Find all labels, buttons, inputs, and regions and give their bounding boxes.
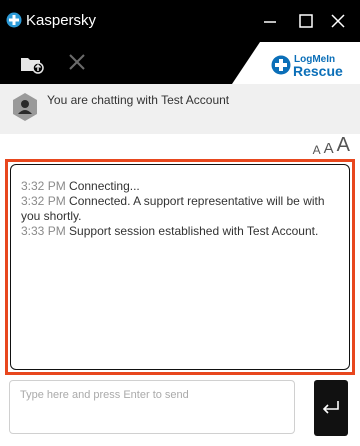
message-input[interactable]: [9, 380, 295, 434]
message-text: Connected. A support representative will…: [21, 194, 325, 223]
maximize-button[interactable]: [294, 10, 318, 32]
chat-header: [0, 84, 360, 134]
message-text: Connecting...: [69, 179, 140, 193]
kaspersky-logo-icon: [6, 12, 22, 28]
folder-upload-icon[interactable]: [18, 50, 46, 76]
font-size-controls: A A A: [313, 134, 350, 157]
title-bar: Kaspersky: [0, 0, 360, 42]
rescue-plus-icon: [271, 55, 291, 75]
window-title: Kaspersky: [26, 12, 97, 29]
transcript-highlight: 3:32 PM Connecting... 3:32 PM Connected.…: [5, 159, 355, 375]
minimize-button[interactable]: [258, 10, 282, 32]
message-time: 3:32 PM: [21, 194, 66, 208]
chat-message: 3:32 PM Connecting...: [21, 179, 343, 194]
chat-participant-text: You are chatting with Test Account: [47, 93, 230, 107]
chat-message: 3:32 PM Connected. A support representat…: [21, 194, 343, 224]
send-button[interactable]: [314, 380, 348, 436]
message-time: 3:33 PM: [21, 224, 66, 238]
font-size-medium-button[interactable]: A: [324, 140, 334, 157]
close-window-button[interactable]: [326, 10, 350, 32]
chat-transcript[interactable]: 3:32 PM Connecting... 3:32 PM Connected.…: [10, 164, 350, 370]
brand-rescue-text: Rescue: [293, 63, 343, 79]
user-avatar-icon: [13, 93, 37, 121]
font-size-large-button[interactable]: A: [337, 134, 350, 157]
chat-message: 3:33 PM Support session established with…: [21, 224, 343, 239]
message-input-area: [0, 376, 360, 446]
message-time: 3:32 PM: [21, 179, 66, 193]
enter-arrow-icon: [322, 401, 339, 414]
font-size-small-button[interactable]: A: [313, 143, 321, 157]
stop-session-button[interactable]: [64, 50, 92, 76]
message-text: Support session established with Test Ac…: [69, 224, 319, 238]
